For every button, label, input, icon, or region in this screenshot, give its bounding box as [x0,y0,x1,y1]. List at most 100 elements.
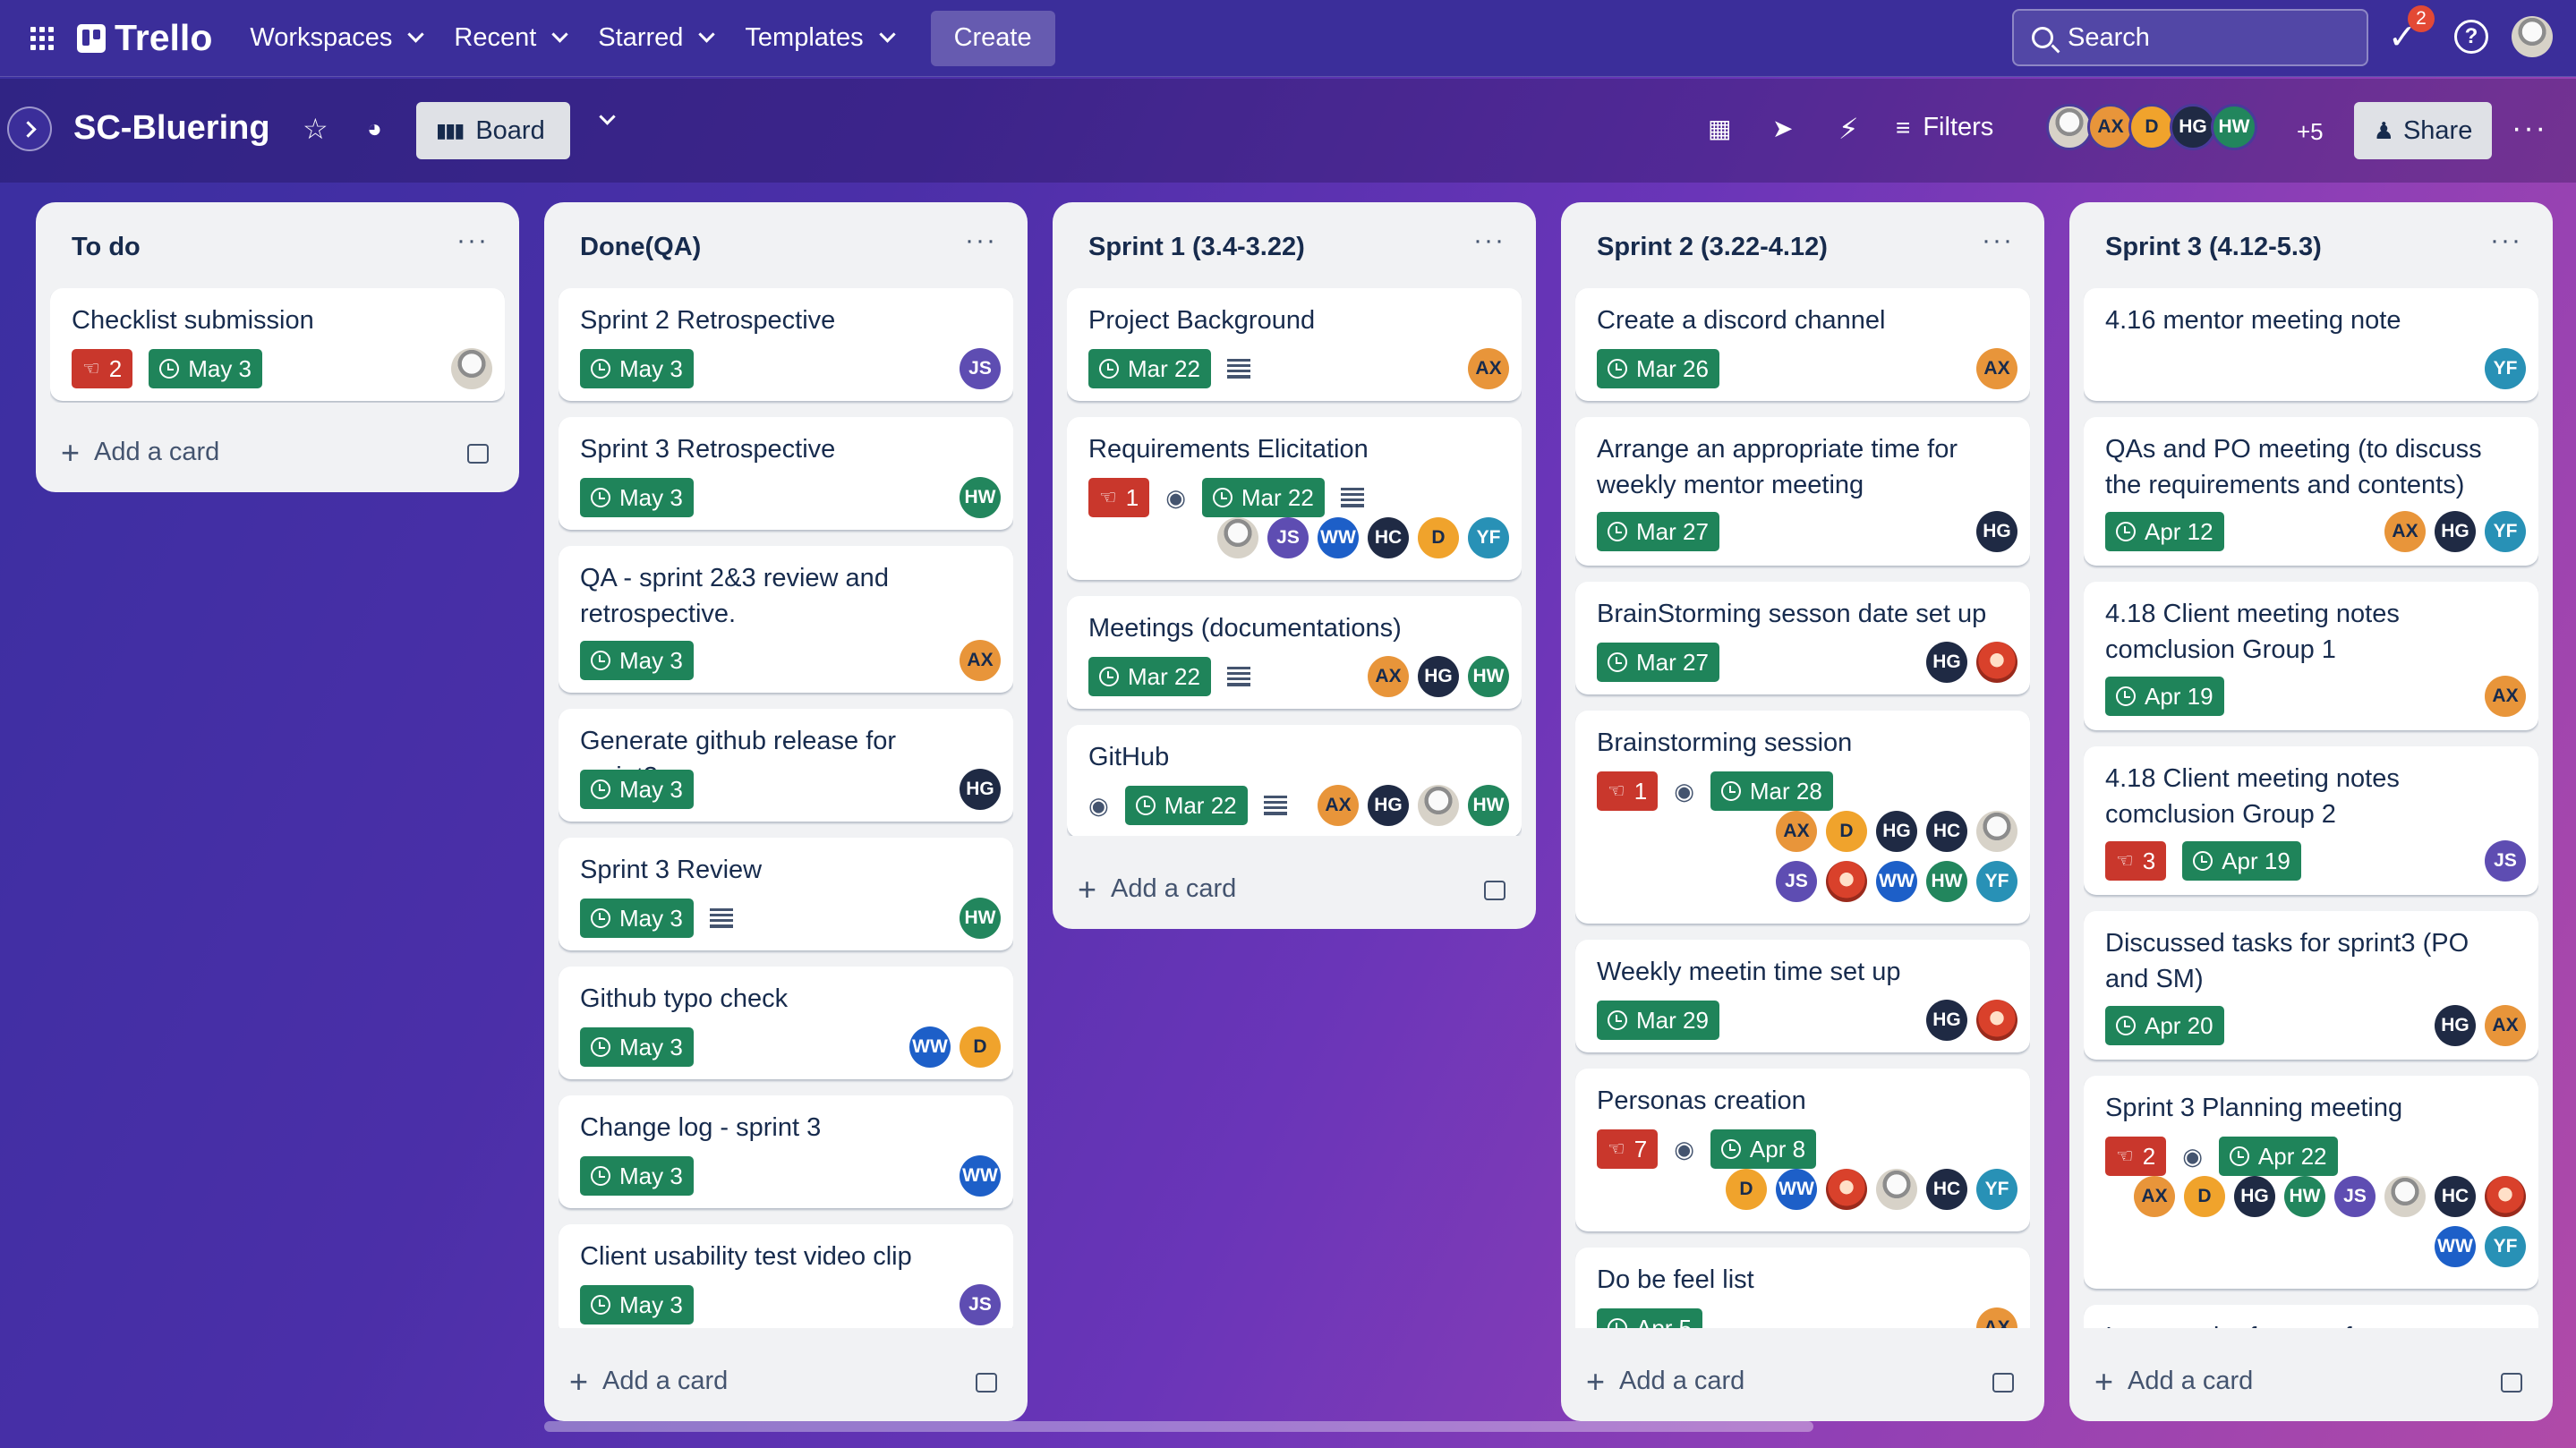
workspaces-menu[interactable]: Workspaces [234,11,438,66]
due-date-badge[interactable]: Mar 28 [1710,771,1833,811]
filters-button[interactable]: ≡ Filters [1896,113,1993,142]
due-date-badge[interactable]: May 3 [580,1027,694,1067]
member-avatar[interactable]: D [1826,811,1867,852]
member-avatar[interactable]: HW [2211,104,2257,150]
list-title[interactable]: Sprint 1 (3.4-3.22) [1088,233,1305,262]
add-card-button[interactable]: + Add a card [1586,1365,1744,1397]
member-avatar[interactable]: HC [1926,811,1967,852]
member-avatar[interactable]: AX [2485,676,2526,717]
member-avatar[interactable]: AX [2485,1005,2526,1046]
votes-badge[interactable]: ☜ 1 [1088,478,1150,517]
member-avatar[interactable]: HG [2170,104,2216,150]
member-avatar[interactable] [1976,642,2017,683]
due-date-badge[interactable]: Mar 22 [1124,786,1248,825]
member-avatar[interactable] [2046,104,2093,150]
power-ups-icon[interactable]: ➤ [1772,113,1793,145]
votes-badge[interactable]: ☜ 2 [2105,1137,2167,1176]
member-avatar[interactable]: YF [2485,348,2526,389]
votes-badge[interactable]: ☜ 7 [1597,1129,1659,1169]
card[interactable]: Sprint 3 Planning meeting ☜ 2 ◉ Apr 22 AX D HG H… [2084,1076,2538,1289]
member-avatar[interactable]: AX [960,640,1001,681]
member-avatar[interactable]: JS [960,348,1001,389]
card[interactable]: Meetings (documentations) Mar 22 AX HG HW [1067,596,1522,709]
calendar-icon[interactable]: ▦ [1708,113,1731,145]
board-view-switcher[interactable]: ▮▮▮ Board [416,102,570,159]
app-switcher-icon[interactable] [30,26,54,50]
due-date-badge[interactable]: Mar 22 [1088,657,1211,696]
recent-menu[interactable]: Recent [438,11,582,66]
list-title[interactable]: To do [72,233,141,262]
member-avatar[interactable]: HC [2435,1176,2476,1217]
list-actions-icon[interactable]: ··· [2490,226,2522,256]
card[interactable]: Requirements Elicitation ☜ 1 ◉ Mar 22 JS WW HC D… [1067,417,1522,580]
help-icon[interactable]: ? [2454,20,2488,54]
card[interactable]: Personas creation ☜ 7 ◉ Apr 8 D WW HC YF [1575,1069,2030,1231]
member-avatar[interactable] [1217,517,1258,558]
votes-badge[interactable]: ☜ 3 [2105,841,2167,881]
member-avatar[interactable]: AX [1468,348,1509,389]
votes-badge[interactable]: ☜ 2 [72,349,133,388]
card[interactable]: GitHub ◉ Mar 22 AX HG HW [1067,725,1522,836]
member-avatar[interactable] [1418,785,1459,826]
due-date-badge[interactable]: Mar 27 [1597,643,1719,682]
member-avatar[interactable]: HG [2234,1176,2275,1217]
member-avatar[interactable]: HW [1468,656,1509,697]
list-column[interactable]: Sprint 3 (4.12-5.3) ··· 4.16 mentor meetin… [2069,202,2553,1421]
card[interactable]: Arrange an appropriate time for weekly m… [1575,417,2030,566]
member-avatar[interactable]: HC [1926,1169,1967,1210]
member-avatar[interactable] [2384,1176,2426,1217]
member-avatar[interactable]: HC [1368,517,1409,558]
list-column[interactable]: Done(QA) ··· Sprint 2 Retrospective May 3 JS… [544,202,1028,1421]
member-avatar[interactable]: WW [1876,861,1917,902]
card[interactable]: 4.18 Client meeting notes comclusion Gro… [2084,582,2538,730]
due-date-badge[interactable]: Mar 22 [1201,478,1325,517]
due-date-badge[interactable]: Apr 5 [1597,1308,1703,1328]
member-avatar[interactable] [1976,811,2017,852]
member-avatar[interactable] [1976,1000,2017,1041]
card[interactable]: Discussed tasks for sprint3 (PO and SM) A… [2084,911,2538,1060]
card[interactable]: QA - sprint 2&3 review and retrospective… [559,546,1013,693]
member-avatar[interactable]: AX [2087,104,2134,150]
add-card-button[interactable]: + Add a card [1078,873,1236,905]
add-card-button[interactable]: + Add a card [569,1365,728,1397]
member-avatar[interactable]: HG [1926,1000,1967,1041]
due-date-badge[interactable]: May 3 [149,349,263,388]
member-avatar[interactable]: HG [1926,642,1967,683]
due-date-badge[interactable]: May 3 [580,1156,694,1196]
member-avatar[interactable]: HG [1418,656,1459,697]
votes-badge[interactable]: ☜ 1 [1597,771,1659,811]
due-date-badge[interactable]: May 3 [580,349,694,388]
create-button[interactable]: Create [930,10,1055,66]
card[interactable]: Brainstorming session ☜ 1 ◉ Mar 28 AX D HG HC JS W… [1575,711,2030,924]
card[interactable]: Change log - sprint 3 May 3 WW [559,1095,1013,1208]
list-actions-icon[interactable]: ··· [1473,226,1506,256]
add-card-button[interactable]: + Add a card [2094,1365,2253,1397]
due-date-badge[interactable]: Apr 19 [2105,677,2224,716]
list-title[interactable]: Sprint 3 (4.12-5.3) [2105,233,2322,262]
member-avatar[interactable]: WW [960,1155,1001,1197]
member-avatar[interactable]: AX [2134,1176,2175,1217]
member-avatar[interactable]: HG [960,769,1001,810]
member-avatar[interactable]: YF [1976,1169,2017,1210]
member-avatar[interactable] [2485,1176,2526,1217]
member-avatar[interactable]: D [960,1026,1001,1068]
views-chevron-down-icon[interactable] [599,108,616,125]
create-from-template-icon[interactable] [1484,881,1506,900]
member-avatar[interactable]: HW [1468,785,1509,826]
member-avatar[interactable]: HW [960,477,1001,518]
due-date-badge[interactable]: May 3 [580,899,694,938]
due-date-badge[interactable]: Apr 20 [2105,1006,2224,1045]
list-actions-icon[interactable]: ··· [456,226,489,256]
list-actions-icon[interactable]: ··· [1982,226,2014,256]
automation-icon[interactable]: ⚡ [1838,113,1858,145]
member-avatar[interactable]: YF [2485,1226,2526,1267]
member-avatar[interactable]: HG [1976,511,2017,552]
list-column[interactable]: Sprint 2 (3.22-4.12) ··· Create a discord … [1561,202,2044,1421]
member-avatar[interactable]: AX [1318,785,1359,826]
member-avatar[interactable]: HG [1876,811,1917,852]
member-avatar[interactable]: YF [1468,517,1509,558]
due-date-badge[interactable]: Mar 26 [1597,349,1719,388]
card[interactable]: Client usability test video clip May 3 JS [559,1224,1013,1328]
member-avatar[interactable]: D [1726,1169,1767,1210]
card[interactable]: BrainStorming sesson date set up Mar 27 HG [1575,582,2030,694]
